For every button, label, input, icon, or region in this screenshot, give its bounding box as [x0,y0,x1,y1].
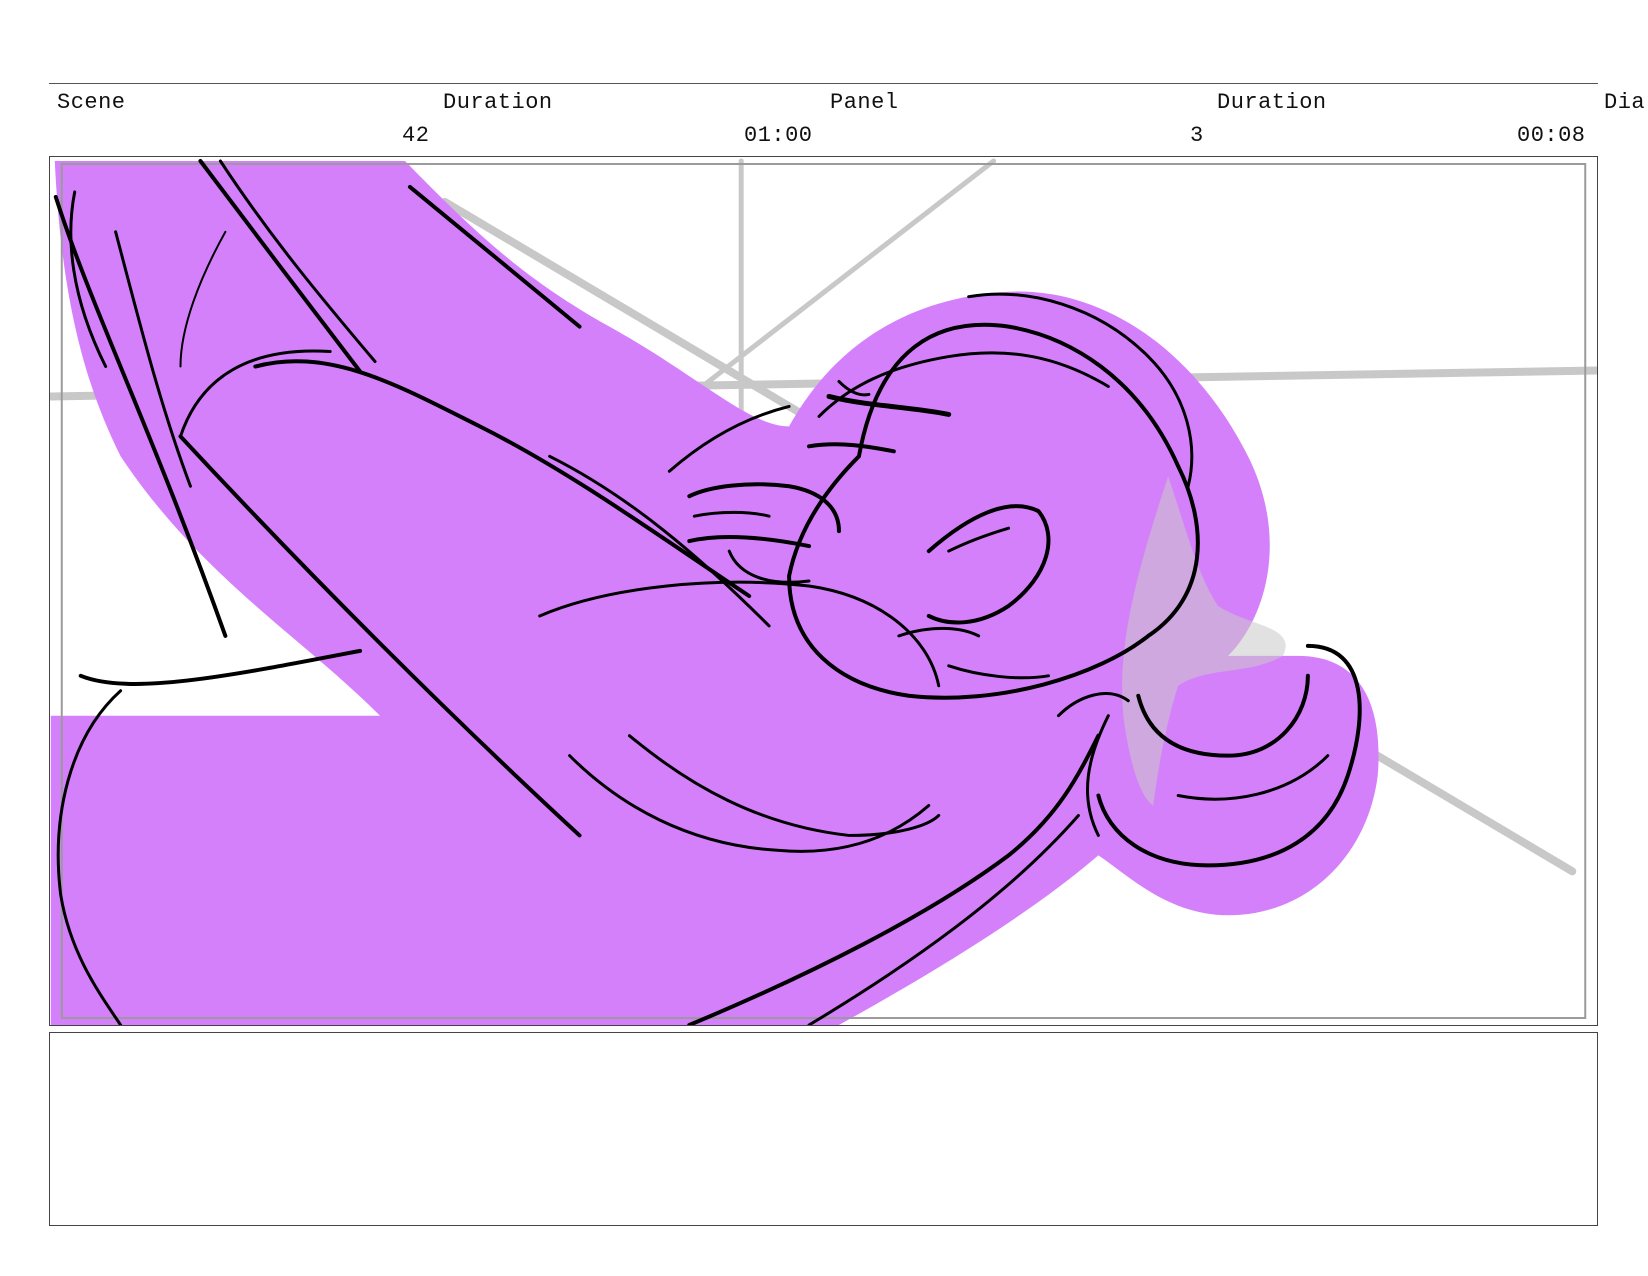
dialogue-notes-box[interactable] [49,1032,1598,1226]
panel-label: Panel [830,90,899,115]
dialogue-label: Dia [1604,90,1646,115]
panel-sketch [50,158,1597,1025]
scene-duration-value: 01:00 [744,123,813,148]
panel-duration-label: Duration [1217,90,1327,115]
scene-number: 42 [402,123,430,148]
storyboard-panel [49,156,1598,1026]
header-divider [49,83,1598,84]
panel-number: 3 [1190,123,1204,148]
scene-duration-label: Duration [443,90,553,115]
panel-duration-value: 00:08 [1517,123,1586,148]
scene-label: Scene [57,90,126,115]
